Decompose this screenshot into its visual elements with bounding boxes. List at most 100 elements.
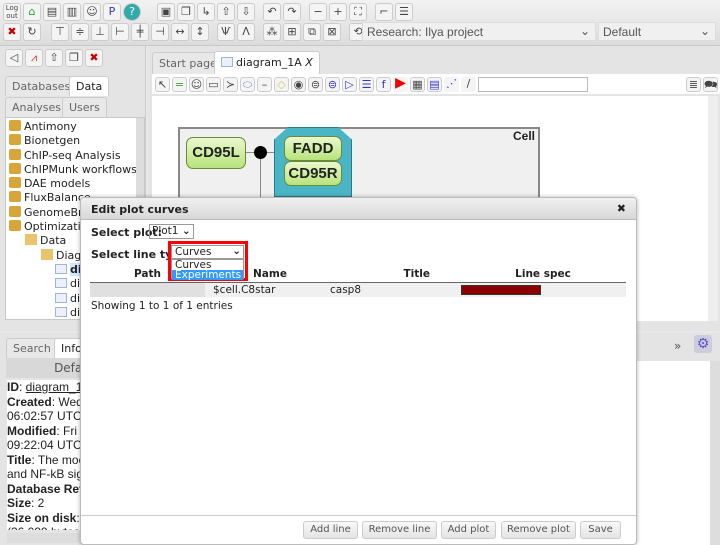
undo-icon[interactable]: ↶: [263, 3, 281, 21]
column-title[interactable]: Title: [320, 266, 460, 282]
layout-graph-icon[interactable]: ⊞: [283, 23, 301, 41]
add-line-button[interactable]: Add line: [303, 521, 358, 539]
split-icon[interactable]: Ѱ: [217, 23, 235, 41]
list-icon[interactable]: ☰: [359, 76, 374, 92]
node-icon[interactable]: ☺: [189, 76, 204, 92]
zoom-out-icon[interactable]: −: [309, 3, 327, 21]
canvas-scrollbar[interactable]: [708, 96, 718, 321]
node-fadd[interactable]: FADD: [284, 136, 342, 161]
remove-node-icon[interactable]: ⊠: [323, 23, 341, 41]
line-color-swatch[interactable]: [461, 284, 541, 295]
align-middle-icon[interactable]: ≑: [71, 23, 89, 41]
align-left-icon[interactable]: ⊢: [111, 23, 129, 41]
distribute-h-icon[interactable]: ↔: [171, 23, 189, 41]
column-line-spec[interactable]: Line spec: [460, 266, 626, 282]
diagram-icon: [55, 306, 67, 317]
save-button[interactable]: Save: [580, 521, 621, 539]
bottom-scrollbar[interactable]: [710, 361, 720, 545]
tab-analyses[interactable]: Analyses: [5, 97, 69, 117]
perspective-select[interactable]: Default ⌄: [598, 22, 716, 41]
compartment-icon[interactable]: ▭: [206, 76, 221, 92]
document-icon[interactable]: ▤: [427, 76, 442, 92]
align-center-icon[interactable]: ╪: [131, 23, 149, 41]
delete-icon[interactable]: ✖: [3, 23, 21, 41]
copy-icon[interactable]: ❐: [65, 49, 83, 67]
add-plot-button[interactable]: Add plot: [441, 521, 496, 539]
edge-icon[interactable]: ≻: [223, 76, 238, 92]
logout-icon[interactable]: Log out: [3, 3, 21, 21]
upload-icon[interactable]: ⇧: [217, 3, 235, 21]
tree-item[interactable]: Bionetgen: [9, 134, 144, 148]
home-icon[interactable]: ⌂: [23, 3, 41, 21]
remove-plot-button[interactable]: Remove plot: [501, 521, 576, 539]
layout-icon[interactable]: ▤: [43, 3, 61, 21]
line-type-select[interactable]: Curves ⌄: [171, 245, 244, 259]
remove-line-button[interactable]: Remove line: [362, 521, 437, 539]
zoom-in-icon[interactable]: +: [329, 3, 347, 21]
align-bottom-icon[interactable]: ⊥: [91, 23, 109, 41]
merge-icon[interactable]: Λ: [237, 23, 255, 41]
equation-icon[interactable]: ⊜: [308, 76, 323, 92]
tab-diagram[interactable]: diagram_1A X: [214, 51, 320, 74]
table-row[interactable]: $cell.C8star casp8: [90, 282, 626, 297]
download-icon[interactable]: ⇩: [237, 3, 255, 21]
node-cd95r[interactable]: CD95R: [284, 161, 342, 186]
cell-line-spec[interactable]: [460, 282, 626, 297]
distribute-v-icon[interactable]: ↕: [191, 23, 209, 41]
close-icon[interactable]: ✖: [617, 202, 626, 215]
layout-nodes-icon[interactable]: ⁂: [263, 23, 281, 41]
plot-select[interactable]: Plot1 ⌄: [149, 224, 194, 239]
tree-item[interactable]: DAE models: [9, 177, 144, 191]
project-select[interactable]: Research: Ilya project ⌄: [362, 22, 596, 41]
line-icon[interactable]: /: [461, 76, 476, 92]
cell-title: casp8: [330, 283, 362, 296]
fit-icon[interactable]: ⛶: [349, 3, 367, 21]
tab-search[interactable]: Search: [6, 338, 58, 358]
gear-icon[interactable]: ⚙: [694, 335, 712, 353]
port-icon[interactable]: ▷: [342, 76, 357, 92]
dotted-line-icon[interactable]: ⋰: [444, 76, 459, 92]
tab-data[interactable]: Data: [69, 76, 110, 96]
comments-icon[interactable]: 🗪: [703, 76, 718, 92]
delete-icon[interactable]: ✖: [85, 49, 103, 67]
ellipse-icon[interactable]: ⬭: [240, 76, 255, 92]
diamond-icon[interactable]: ◇: [274, 76, 289, 92]
diagram-search-input[interactable]: [478, 76, 588, 92]
import-icon[interactable]: ↳: [197, 3, 215, 21]
reaction-point[interactable]: [254, 146, 267, 159]
p-icon[interactable]: P: [103, 3, 121, 21]
function-icon[interactable]: f: [376, 76, 391, 92]
chart-icon[interactable]: ⩘: [25, 49, 43, 67]
help-icon[interactable]: ?: [123, 3, 141, 21]
select-icon[interactable]: ↖: [155, 76, 170, 92]
refresh-icon[interactable]: ↻: [23, 23, 41, 41]
align-right-icon[interactable]: ⊣: [151, 23, 169, 41]
option-experiments[interactable]: Experiments: [172, 270, 243, 280]
dash-icon[interactable]: –: [257, 76, 272, 92]
copy-icon[interactable]: ❐: [177, 3, 195, 21]
event-icon[interactable]: ⊜: [325, 76, 340, 92]
reaction-icon[interactable]: =: [172, 76, 187, 92]
tab-databases[interactable]: Databases: [5, 76, 78, 96]
table-icon[interactable]: ▦: [410, 76, 425, 92]
tree-item[interactable]: ChIP-seq Analysis: [9, 148, 144, 163]
tab-users[interactable]: Users: [62, 97, 107, 117]
node-cd95l[interactable]: CD95L: [186, 137, 246, 169]
copy-node-icon[interactable]: ⧉: [303, 23, 321, 41]
open-icon[interactable]: ◁: [5, 49, 23, 67]
upload-icon[interactable]: ⇧: [45, 49, 63, 67]
redo-icon[interactable]: ↷: [283, 3, 301, 21]
tree-item[interactable]: Antimony: [9, 120, 144, 134]
circle-icon[interactable]: ◉: [291, 76, 306, 92]
tree-item[interactable]: ChIPMunk workflows: [9, 162, 144, 177]
close-tab-icon[interactable]: X: [305, 56, 313, 69]
edge-icon[interactable]: ⌐: [375, 3, 393, 21]
save-icon[interactable]: ▣: [157, 3, 175, 21]
list-icon[interactable]: ☰: [395, 3, 413, 21]
run-icon[interactable]: ▶: [393, 76, 408, 92]
expand-icon[interactable]: »: [674, 339, 681, 353]
align-top-icon[interactable]: ⊤: [51, 23, 69, 41]
user-icon[interactable]: ☺: [83, 3, 101, 21]
text-icon[interactable]: ≣: [686, 76, 701, 92]
panel-icon[interactable]: ▥: [63, 3, 81, 21]
